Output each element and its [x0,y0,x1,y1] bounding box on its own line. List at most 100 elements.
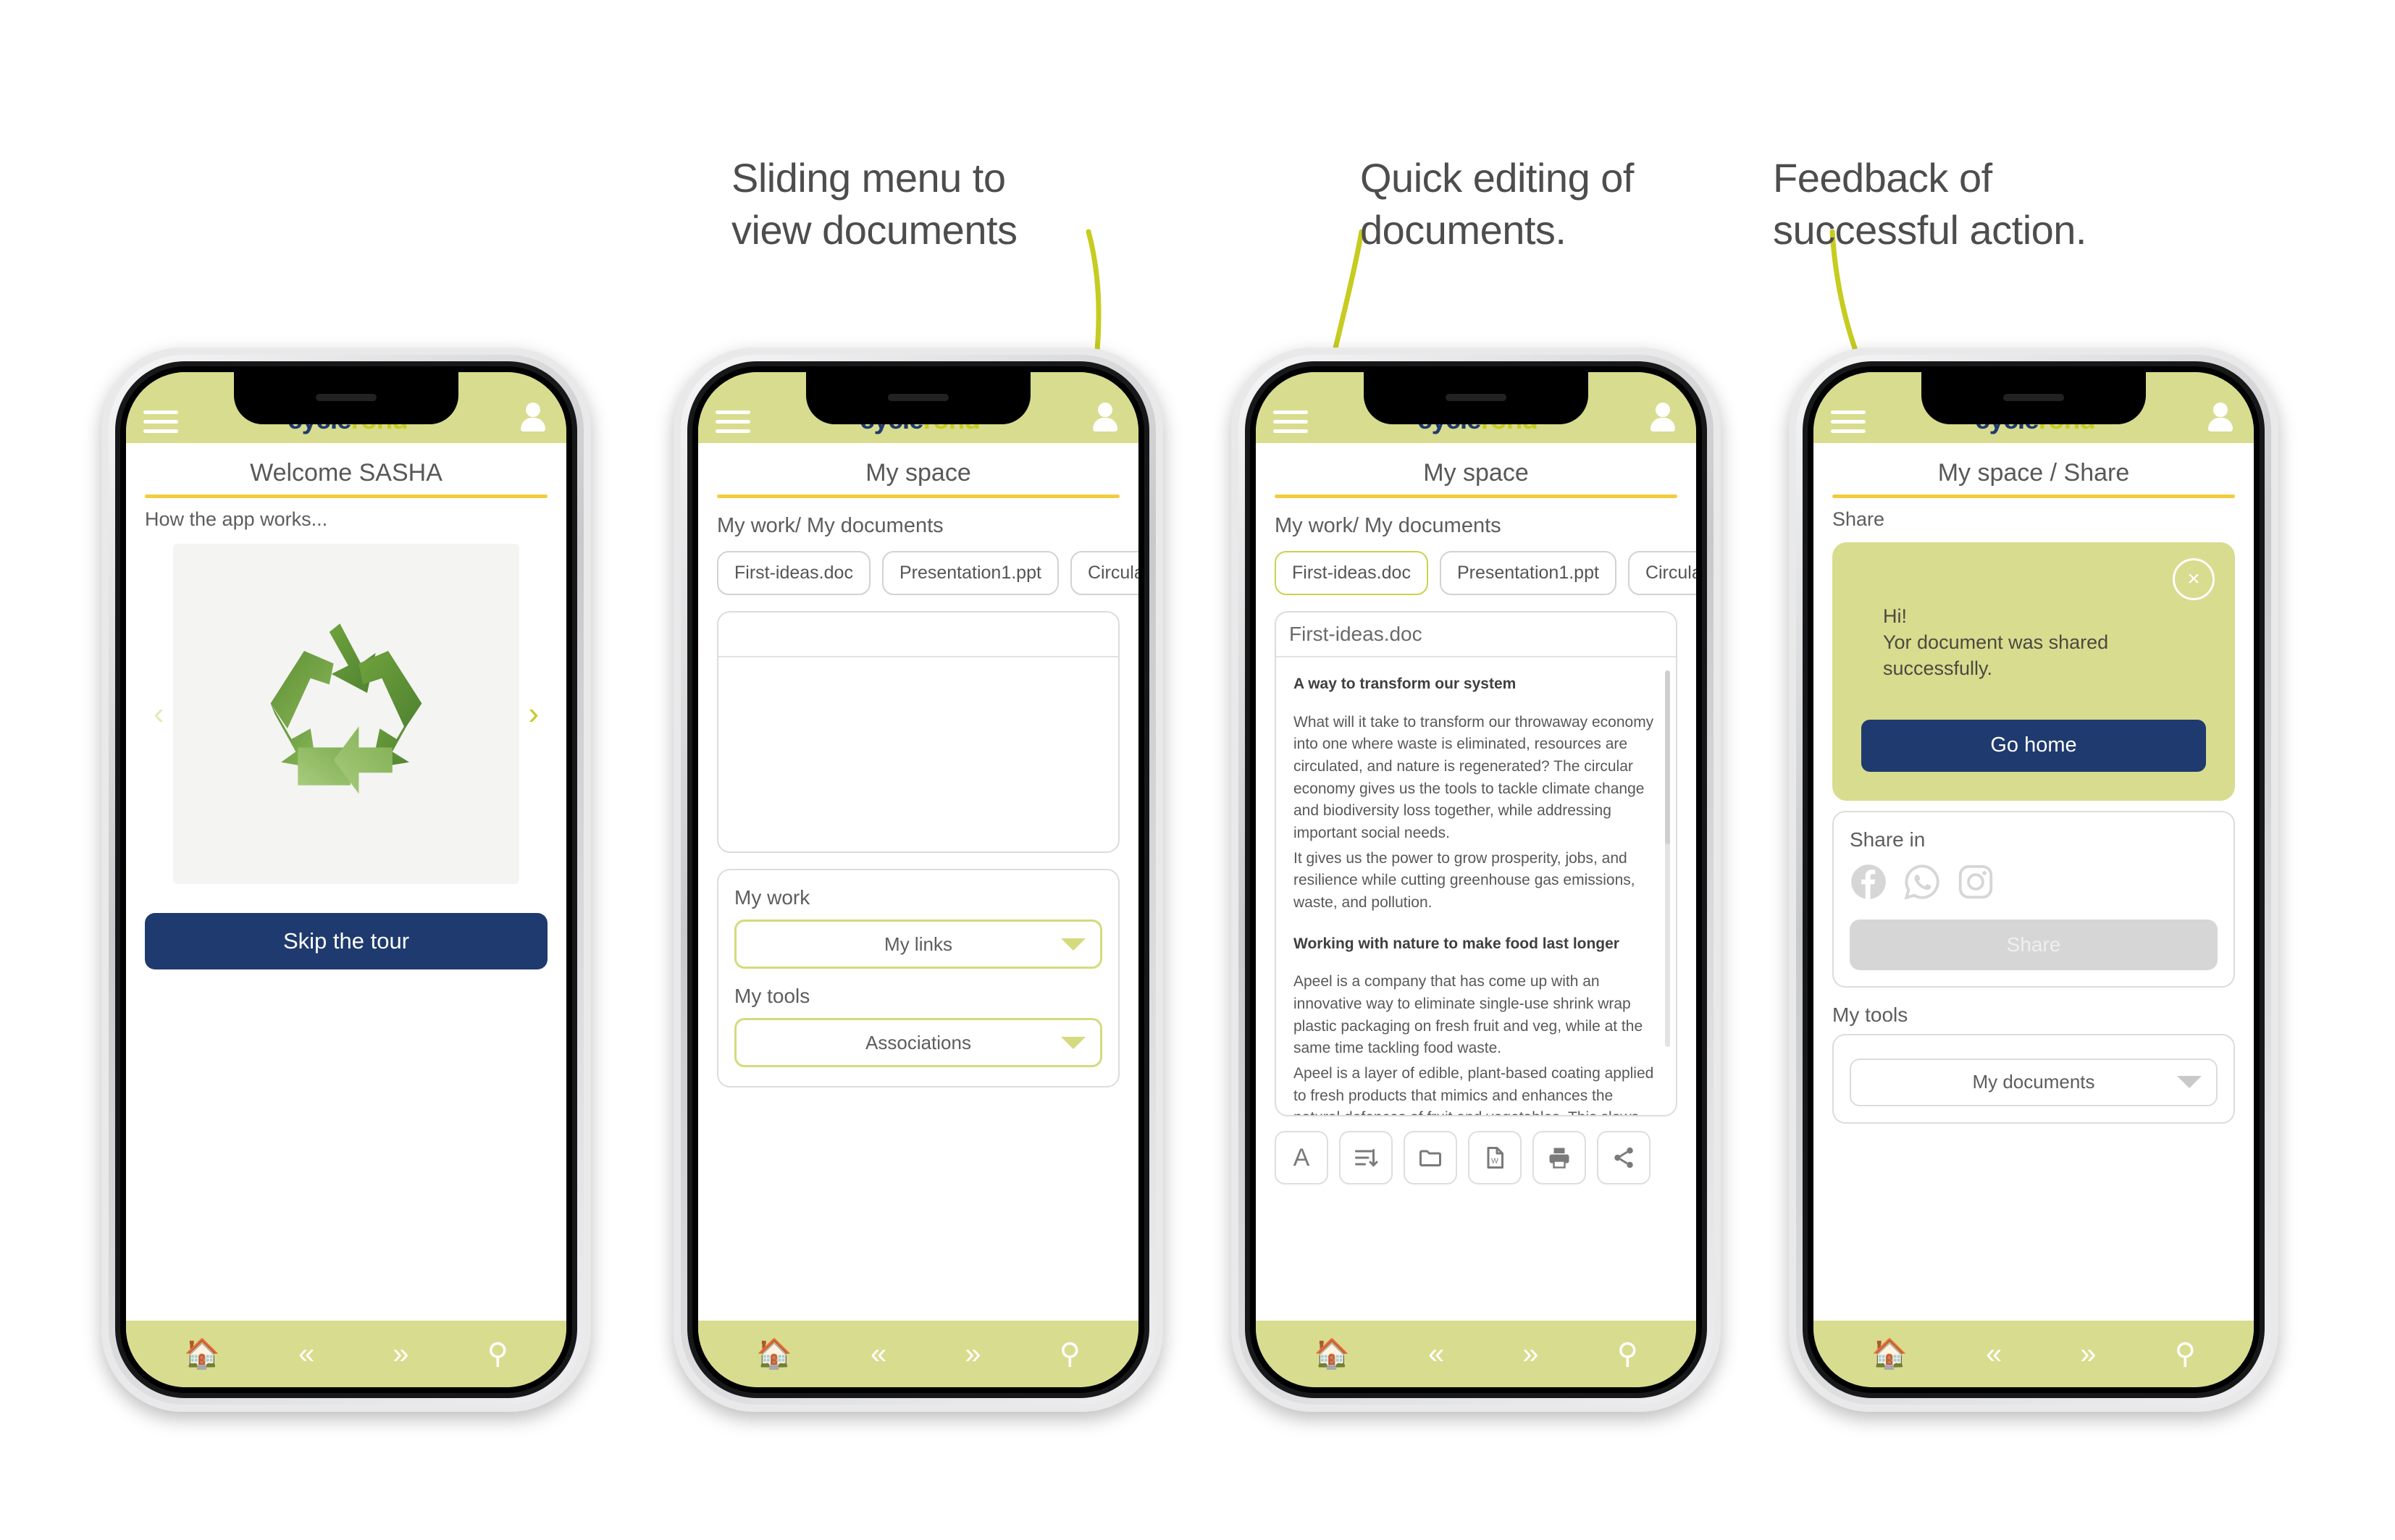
empty-document-card [717,611,1120,853]
document-body[interactable]: A way to transform our system What will … [1276,657,1676,1115]
screen-body-2: My space My work/ My documents First-ide… [698,443,1138,1321]
double-chevron-right-icon[interactable]: » [965,1339,981,1368]
my-tools-dropdown-value: Associations [865,1031,971,1053]
instagram-icon[interactable] [1957,863,1995,901]
share-card: Share in Share [1832,810,2235,988]
double-chevron-left-icon[interactable]: « [871,1339,886,1368]
double-chevron-right-icon[interactable]: » [393,1339,408,1368]
my-tools-label: My tools [1832,1003,1908,1026]
home-icon[interactable]: 🏠 [756,1339,792,1368]
folder-icon[interactable] [1404,1131,1457,1185]
bottom-nav-bar: 🏠 « » ⚲ [1256,1321,1696,1387]
facebook-icon[interactable] [1850,863,1887,901]
annotation-sliding-menu: Sliding menu to view documents [731,155,1018,253]
account-avatar-icon[interactable] [2205,401,2236,433]
phone-notch [1364,372,1588,424]
my-work-label: My work [734,886,810,909]
bottom-nav-bar: 🏠 « » ⚲ [126,1321,566,1387]
onboarding-carousel: ‹ › [145,544,548,884]
page-title: My space [1423,459,1529,487]
hamburger-menu-icon[interactable] [1831,411,1866,433]
page-title: My space / Share [1937,459,2130,487]
scrollbar[interactable] [1665,670,1670,1047]
document-heading-1: A way to transform our system [1293,676,1517,692]
hamburger-menu-icon[interactable] [1273,411,1308,433]
double-chevron-left-icon[interactable]: « [1986,1339,2002,1368]
search-icon[interactable]: ⚲ [1617,1339,1638,1368]
document-chip[interactable]: Presentation1.ppt [1439,551,1616,595]
search-icon[interactable]: ⚲ [487,1339,508,1368]
phone-screen-3: cyclerond My space My work/ My documents… [1256,372,1696,1387]
my-work-dropdown[interactable]: My links [734,920,1102,969]
go-home-button[interactable]: Go home [1861,719,2206,772]
document-paragraph-1: What will it take to transform our throw… [1293,713,1654,841]
phone-screen-1: cyclerond Welcome SASHA How the app work… [126,372,566,1387]
document-chip[interactable]: Circular-eco [1627,551,1696,595]
bottom-nav-bar: 🏠 « » ⚲ [698,1321,1138,1387]
my-tools-card: My documents [1832,1033,2235,1124]
document-chip[interactable]: Circular-eco [1070,551,1138,595]
phone-mockup-1: cyclerond Welcome SASHA How the app work… [101,348,591,1412]
my-tools-dropdown[interactable]: Associations [734,1018,1102,1067]
share-icon[interactable] [1597,1131,1651,1185]
document-toolbar: A W [1256,1116,1696,1185]
my-work-dropdown-value: My links [884,933,952,955]
bottom-nav-bar: 🏠 « » ⚲ [1813,1321,2254,1387]
document-paragraph-3: Apeel is a company that has come up with… [1293,973,1643,1057]
screen-body-3: My space My work/ My documents First-ide… [1256,443,1696,1321]
document-chip-active[interactable]: First-ideas.doc [1275,551,1428,595]
document-name-label: First-ideas.doc [1276,613,1676,657]
carousel-next-arrow[interactable]: › [519,698,548,730]
account-avatar-icon[interactable] [1089,401,1121,433]
text-format-icon[interactable]: A [1275,1131,1328,1185]
home-icon[interactable]: 🏠 [1314,1339,1350,1368]
home-icon[interactable]: 🏠 [184,1339,220,1368]
phone-mockup-4: cyclerond My space / Share Share × Hi! Y… [1789,348,2278,1412]
phone-notch [806,372,1031,424]
phone-mockup-2: cyclerond My space My work/ My documents… [674,348,1163,1412]
account-avatar-icon[interactable] [1647,401,1679,433]
document-heading-2: Working with nature to make food last lo… [1293,935,1619,952]
success-modal: × Hi! Yor document was shared successful… [1832,542,2235,801]
share-in-label: Share in [1850,828,1926,851]
carousel-prev-arrow[interactable]: ‹ [145,698,173,730]
search-icon[interactable]: ⚲ [2175,1339,2196,1368]
subtitle-text: How the app works... [145,508,328,530]
document-viewer-card: First-ideas.doc A way to transform our s… [1275,611,1677,1116]
chevron-down-icon [1061,938,1086,951]
phone-notch [1921,372,2146,424]
card-header-strip [718,613,1118,657]
share-button[interactable]: Share [1850,919,2218,970]
my-documents-dropdown-value: My documents [1972,1071,2095,1093]
hamburger-menu-icon[interactable] [143,411,178,433]
double-chevron-right-icon[interactable]: » [1522,1339,1538,1368]
double-chevron-left-icon[interactable]: « [1428,1339,1444,1368]
document-chip[interactable]: First-ideas.doc [717,551,871,595]
home-icon[interactable]: 🏠 [1871,1339,1908,1368]
document-chip[interactable]: Presentation1.ppt [881,551,1059,595]
chevron-down-icon [1061,1036,1086,1049]
close-icon[interactable]: × [2173,558,2215,600]
double-chevron-right-icon[interactable]: » [2080,1339,2096,1368]
chevron-down-icon [2177,1076,2202,1089]
whatsapp-icon[interactable] [1903,863,1941,901]
print-icon[interactable] [1532,1131,1586,1185]
phone-screen-2: cyclerond My space My work/ My documents… [698,372,1138,1387]
double-chevron-left-icon[interactable]: « [298,1339,314,1368]
word-document-icon[interactable]: W [1468,1131,1522,1185]
my-tools-label: My tools [734,985,810,1007]
svg-text:W: W [1491,1157,1498,1166]
search-icon[interactable]: ⚲ [1060,1339,1081,1368]
annotation-quick-editing: Quick editing of documents. [1360,155,1634,253]
document-paragraph-4: Apeel is a layer of edible, plant-based … [1293,1064,1654,1115]
recycling-symbol-illustration [172,544,520,884]
sort-lines-icon[interactable] [1339,1131,1393,1185]
document-paragraph-2: It gives us the power to grow prosperity… [1293,849,1635,911]
account-avatar-icon[interactable] [517,401,549,433]
recycle-icon [270,623,422,794]
hamburger-menu-icon[interactable] [716,411,750,433]
screen-body-1: Welcome SASHA How the app works... ‹ › S… [126,443,566,1321]
skip-the-tour-button[interactable]: Skip the tour [145,913,548,969]
my-documents-dropdown[interactable]: My documents [1850,1058,2218,1106]
success-message: Hi! Yor document was shared successfully… [1883,605,2109,680]
